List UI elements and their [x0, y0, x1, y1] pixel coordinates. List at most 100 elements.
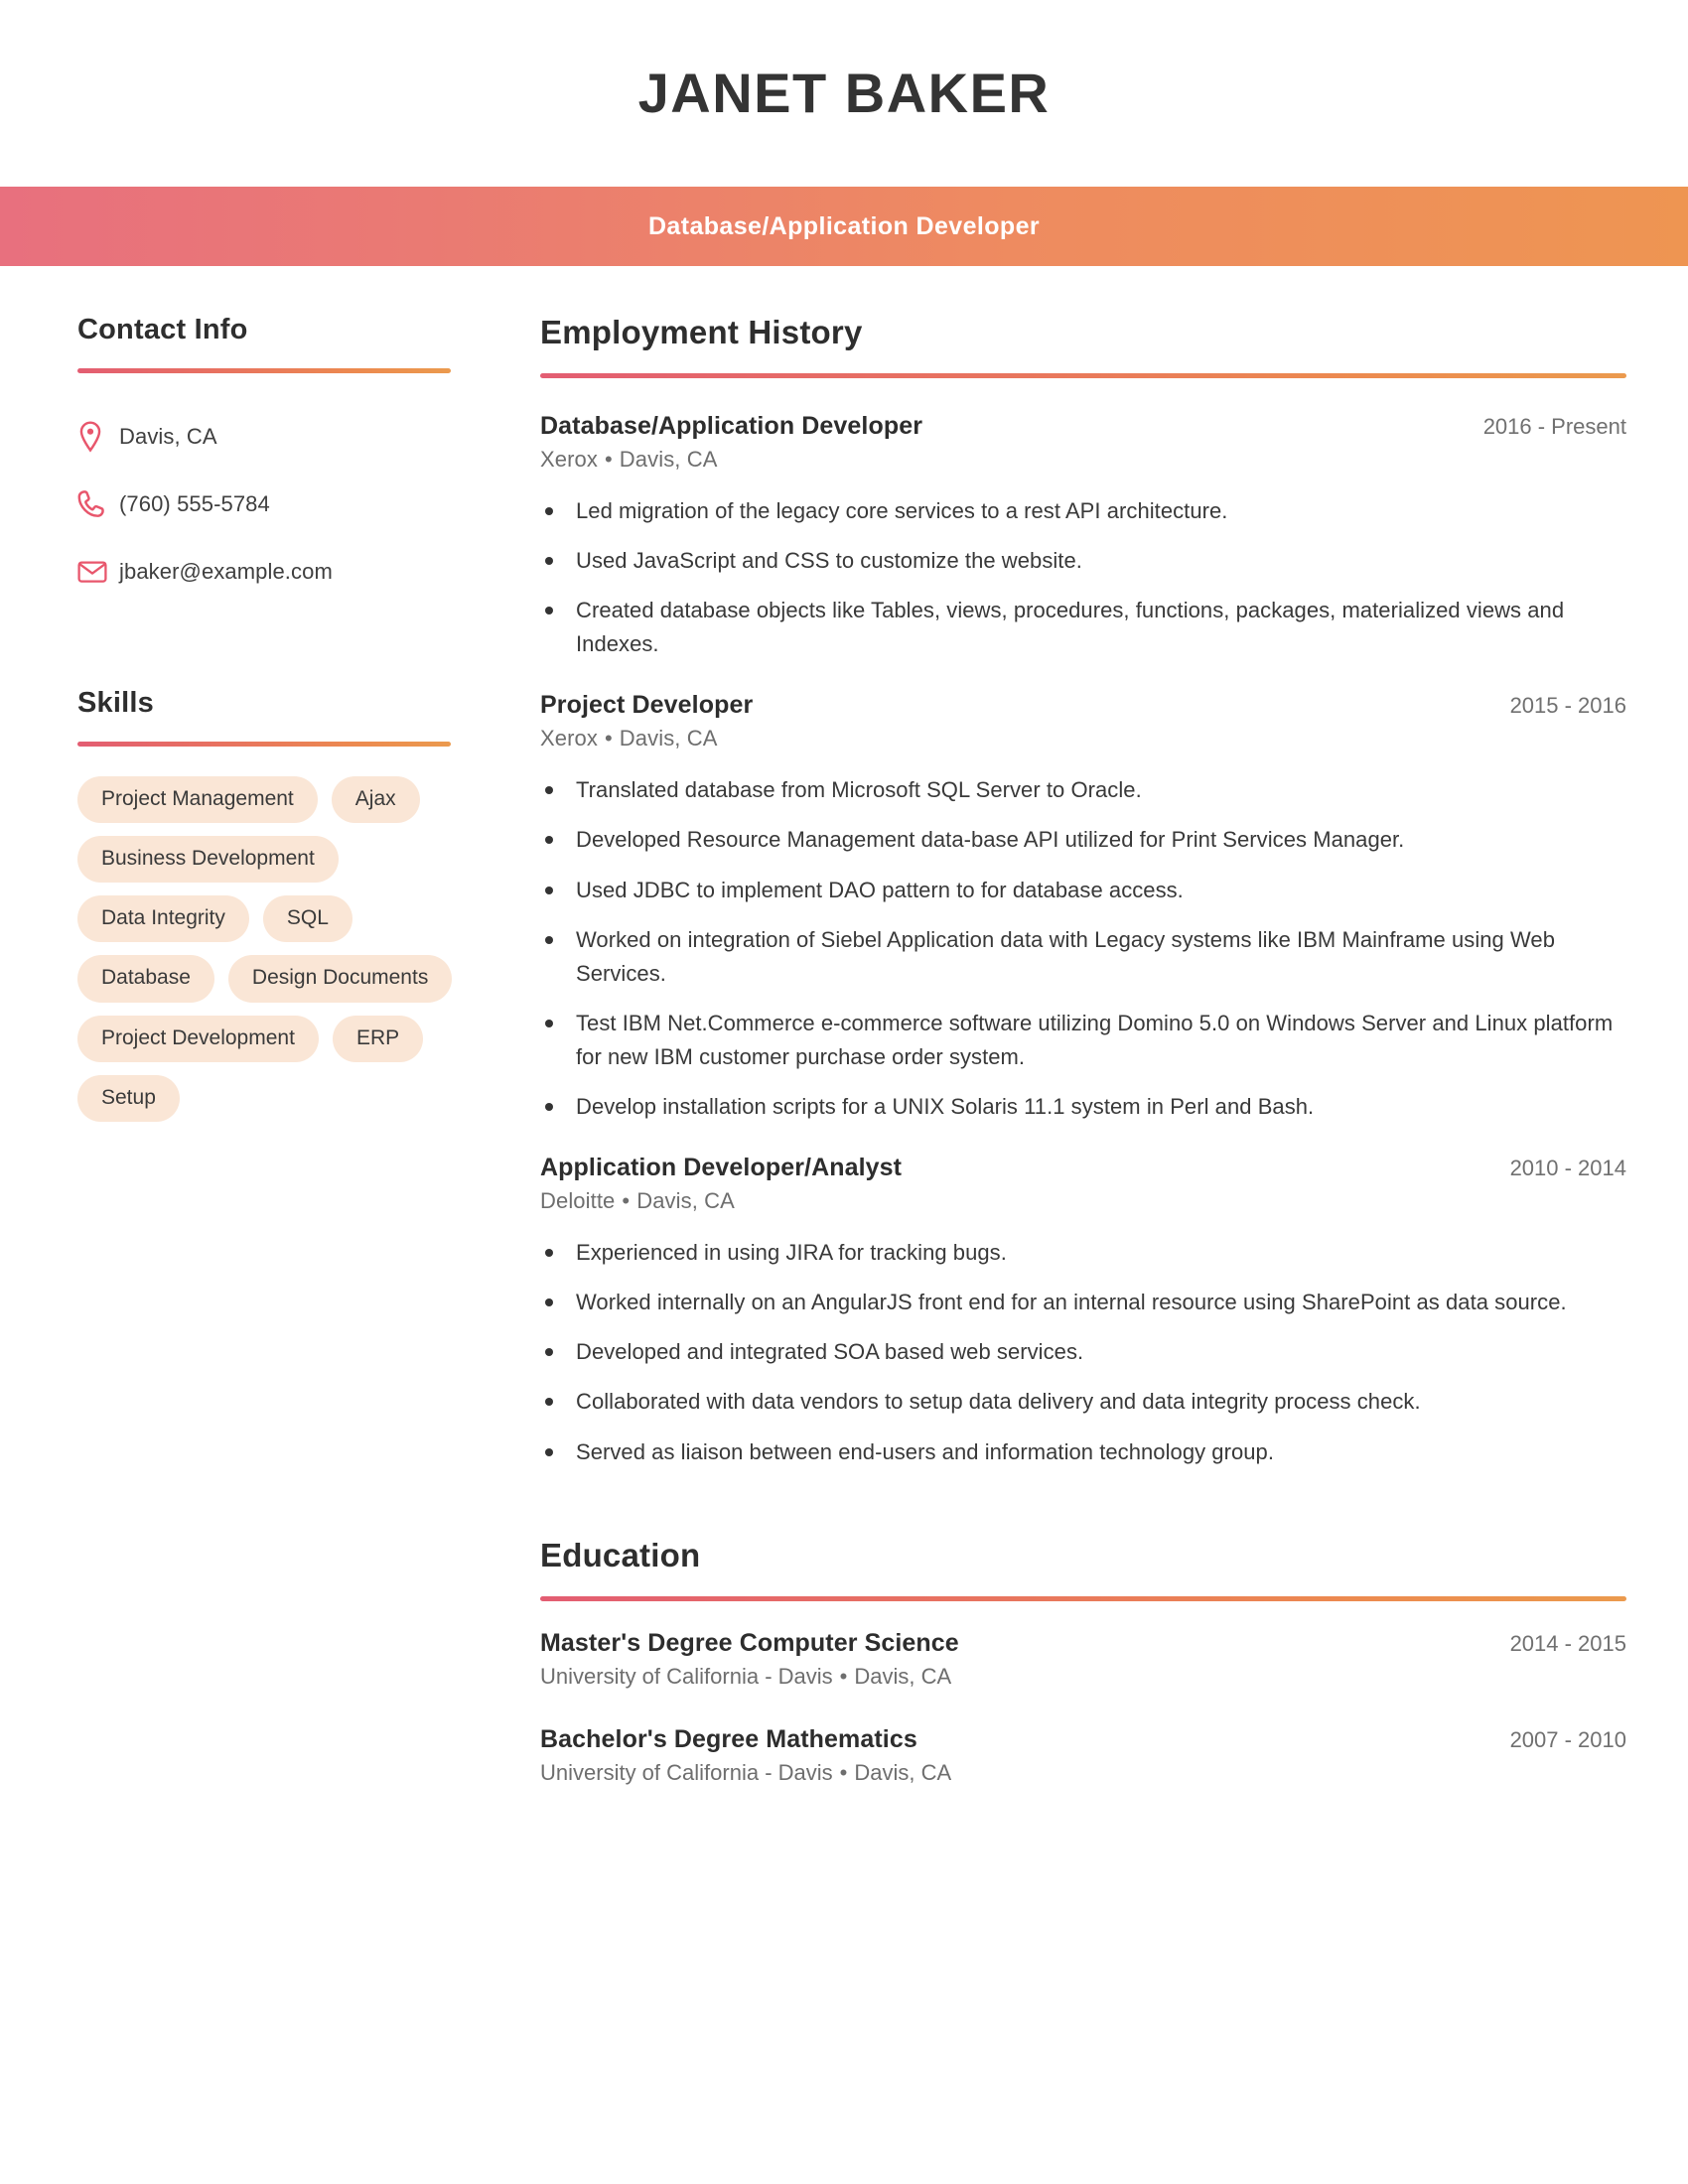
education-degree: Master's Degree Computer Science [540, 1628, 959, 1657]
job-bullet: Used JavaScript and CSS to customize the… [540, 544, 1626, 578]
education-school-location: University of California - Davis • Davis, … [540, 1664, 1626, 1690]
education-heading: Education [540, 1536, 701, 1573]
employment-history-section: Employment History Database/Application … [540, 314, 1626, 1469]
map-pin-icon [77, 421, 119, 453]
education-school: University of California - Davis [540, 1759, 833, 1785]
education-entry: Bachelor's Degree Mathematics 2007 - 201… [540, 1725, 1626, 1786]
skill-pill[interactable]: Database [77, 955, 214, 1003]
job-bullet: Translated database from Microsoft SQL S… [540, 773, 1626, 807]
header-title-band: Database/Application Developer [0, 187, 1688, 266]
job-dates: 2010 - 2014 [1509, 1156, 1626, 1181]
contact-email-value: jbaker@example.com [119, 559, 333, 584]
education-header: Master's Degree Computer Science 2014 - … [540, 1629, 1626, 1658]
education-school-location: University of California - Davis • Davis, … [540, 1760, 1626, 1786]
job-company-location: Xerox • Davis, CA [540, 447, 1626, 473]
skill-pill[interactable]: Data Integrity [77, 895, 249, 943]
job-dates: 2016 - Present [1482, 414, 1626, 439]
skill-pill[interactable]: SQL [262, 895, 352, 943]
header-name-band: JANET BAKER [0, 0, 1688, 187]
job-company-location: Xerox • Davis, CA [540, 726, 1626, 751]
job-bullet: Developed and integrated SOA based web s… [540, 1335, 1626, 1369]
job-title-subtitle: Database/Application Developer [647, 211, 1041, 240]
job-bullet: Develop installation scripts for a UNIX … [540, 1090, 1626, 1124]
skills-divider [77, 742, 451, 747]
job-bullet: Test IBM Net.Commerce e-commerce softwar… [540, 1007, 1626, 1074]
separator-dot: • [839, 1663, 848, 1689]
job-bullets: Translated database from Microsoft SQL S… [540, 773, 1626, 1124]
job-bullet: Collaborated with data vendors to setup … [540, 1385, 1626, 1419]
job-entry: Application Developer/Analyst 2010 - 201… [540, 1154, 1626, 1468]
education-entry: Master's Degree Computer Science 2014 - … [540, 1629, 1626, 1690]
education-list: Master's Degree Computer Science 2014 - … [540, 1629, 1626, 1786]
sidebar: Contact Info Davis, CA (760) 555-5784 jb… [0, 314, 477, 1122]
job-bullet: Used JDBC to implement DAO pattern to fo… [540, 874, 1626, 907]
employment-history-heading: Employment History [540, 314, 863, 350]
job-company: Xerox [540, 447, 598, 472]
education-dates: 2007 - 2010 [1509, 1726, 1626, 1752]
skill-pill[interactable]: Ajax [331, 776, 420, 824]
job-bullet: Led migration of the legacy core service… [540, 494, 1626, 528]
job-header: Database/Application Developer 2016 - Pr… [540, 412, 1626, 441]
job-bullet: Served as liaison between end-users and … [540, 1435, 1626, 1469]
contact-info-section: Contact Info Davis, CA (760) 555-5784 jb… [77, 314, 451, 606]
job-company-location: Deloitte • Davis, CA [540, 1188, 1626, 1214]
job-bullet: Worked internally on an AngularJS front … [540, 1286, 1626, 1319]
job-entry: Project Developer 2015 - 2016 Xerox • Davi… [540, 691, 1626, 1124]
skill-pill[interactable]: Setup [77, 1074, 180, 1122]
job-bullet: Experienced in using JIRA for tracking b… [540, 1236, 1626, 1270]
contact-info-heading: Contact Info [77, 314, 248, 345]
jobs-list: Database/Application Developer 2016 - Pr… [540, 412, 1626, 1469]
separator-dot: • [604, 447, 613, 472]
job-title: Project Developer [540, 691, 754, 720]
page-title: JANET BAKER [637, 62, 1051, 124]
education-section: Education Master's Degree Computer Scien… [540, 1537, 1626, 1786]
skill-pill[interactable]: Project Management [77, 776, 318, 824]
contact-location-value: Davis, CA [119, 424, 217, 449]
contact-item-phone[interactable]: (760) 555-5784 [77, 471, 451, 538]
education-divider [540, 1595, 1626, 1601]
job-header: Project Developer 2015 - 2016 [540, 691, 1626, 720]
envelope-icon [77, 559, 119, 585]
skills-list: Project Management Ajax Business Develop… [77, 776, 475, 1122]
contact-list: Davis, CA (760) 555-5784 jbaker@example.… [77, 403, 451, 606]
contact-info-divider [77, 368, 451, 373]
education-location: Davis, CA [854, 1663, 952, 1689]
education-degree: Bachelor's Degree Mathematics [540, 1724, 917, 1753]
job-title: Database/Application Developer [540, 412, 923, 440]
skill-pill[interactable]: Business Development [77, 836, 339, 884]
job-bullets: Experienced in using JIRA for tracking b… [540, 1236, 1626, 1468]
skill-pill[interactable]: Project Development [77, 1015, 319, 1062]
contact-item-email[interactable]: jbaker@example.com [77, 538, 451, 606]
separator-dot: • [604, 726, 613, 751]
job-location: Davis, CA [636, 1188, 735, 1214]
phone-icon [77, 489, 119, 519]
skill-pill[interactable]: Design Documents [227, 955, 453, 1003]
contact-item-location[interactable]: Davis, CA [77, 403, 451, 471]
job-entry: Database/Application Developer 2016 - Pr… [540, 412, 1626, 661]
skills-heading: Skills [77, 687, 154, 719]
contact-phone-value: (760) 555-5784 [119, 491, 270, 516]
job-bullet: Created database objects like Tables, vi… [540, 594, 1626, 661]
main-column: Employment History Database/Application … [477, 314, 1688, 1822]
education-location: Davis, CA [854, 1759, 952, 1785]
job-bullets: Led migration of the legacy core service… [540, 494, 1626, 661]
separator-dot: • [839, 1759, 848, 1785]
job-title: Application Developer/Analyst [540, 1154, 903, 1182]
education-school: University of California - Davis [540, 1663, 833, 1689]
employment-history-divider [540, 373, 1626, 378]
job-header: Application Developer/Analyst 2010 - 201… [540, 1154, 1626, 1182]
job-bullet: Worked on integration of Siebel Applicat… [540, 923, 1626, 991]
job-bullet: Developed Resource Management data-base … [540, 823, 1626, 857]
separator-dot: • [622, 1188, 631, 1214]
job-company: Xerox [540, 726, 598, 751]
job-dates: 2015 - 2016 [1509, 693, 1626, 719]
skills-section: Skills Project Management Ajax Business … [77, 687, 453, 1122]
education-header: Bachelor's Degree Mathematics 2007 - 201… [540, 1725, 1626, 1754]
education-dates: 2014 - 2015 [1509, 1630, 1626, 1656]
resume-page: JANET BAKER Database/Application Develop… [0, 0, 1688, 2184]
skill-pill[interactable]: ERP [332, 1015, 424, 1062]
job-company: Deloitte [540, 1188, 616, 1214]
content-area: Contact Info Davis, CA (760) 555-5784 jb… [0, 266, 1688, 1822]
job-location: Davis, CA [619, 447, 718, 472]
job-location: Davis, CA [619, 726, 718, 751]
